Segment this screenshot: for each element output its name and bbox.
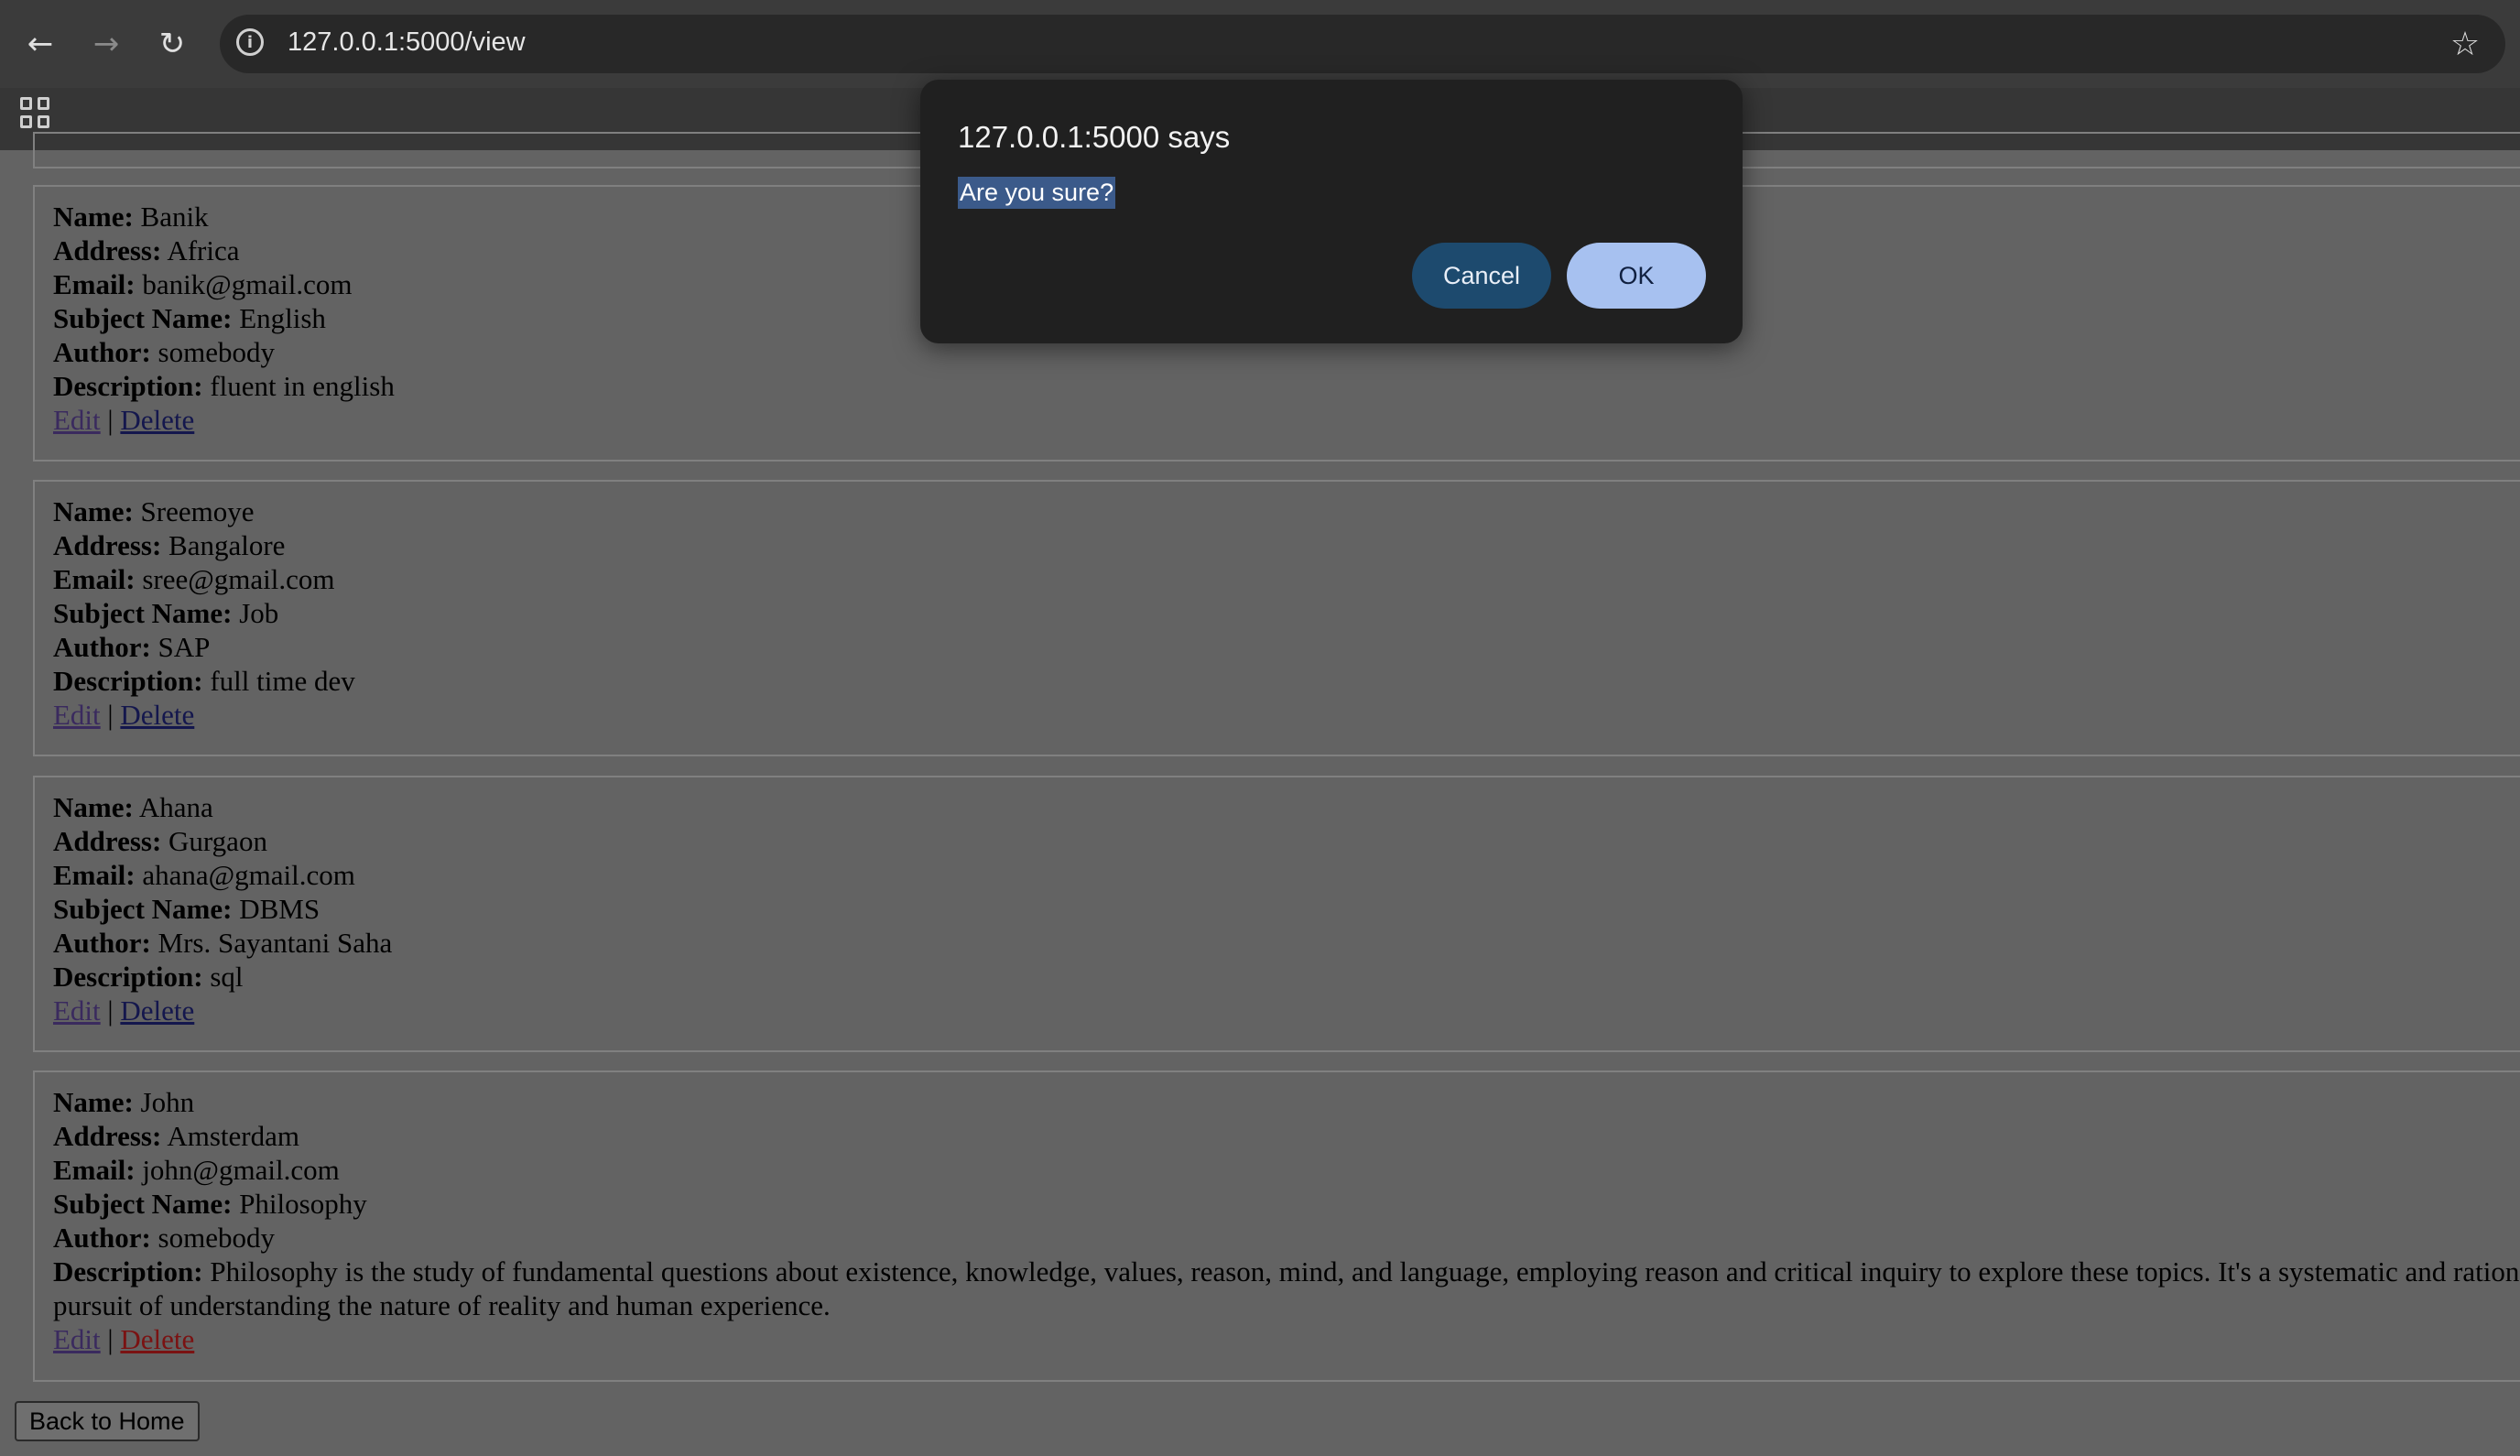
dialog-title: 127.0.0.1:5000 says [958,120,1231,154]
delete-link[interactable]: Delete [120,404,194,436]
edit-link[interactable]: Edit [53,1323,101,1355]
action-separator: | [107,699,114,731]
record-description: Description: Philosophy is the study of … [53,1255,2520,1321]
record-author: Author: somebody [53,1222,275,1254]
reload-icon[interactable]: ↻ [147,18,198,70]
page-content: Name: Banik Address: Africa Email: banik… [0,132,2520,1456]
record-card: Name: John Address: Amsterdam Email: joh… [33,1070,2520,1382]
record-actions: Edit | Delete [53,1322,2520,1356]
record-address: Address: Gurgaon [53,825,267,857]
bookmark-star-icon[interactable]: ☆ [2443,22,2487,66]
delete-link[interactable]: Delete [120,699,194,731]
back-arrow-icon[interactable]: ← [15,18,66,70]
action-separator: | [107,404,114,436]
record-address: Address: Amsterdam [53,1120,299,1152]
address-bar[interactable]: i 127.0.0.1:5000/view ☆ [220,15,2505,73]
record-description: Description: sql [53,961,244,993]
action-separator: | [107,1323,114,1355]
edit-link[interactable]: Edit [53,404,101,436]
forward-arrow-icon[interactable]: → [81,18,132,70]
delete-link[interactable]: Delete [120,1323,194,1355]
record-author: Author: Mrs. Sayantani Saha [53,927,393,959]
record-email: Email: ahana@gmail.com [53,859,355,891]
record-author: Author: SAP [53,631,211,663]
dialog-message: Are you sure? [958,177,1116,209]
site-info-icon[interactable]: i [236,28,264,56]
record-subject: Subject Name: Job [53,597,279,629]
apps-grid-icon[interactable] [20,97,51,128]
edit-link[interactable]: Edit [53,699,101,731]
record-card: Name: Ahana Address: Gurgaon Email: ahan… [33,776,2520,1052]
edit-link[interactable]: Edit [53,994,101,1027]
record-actions: Edit | Delete [53,403,2520,437]
record-email: Email: john@gmail.com [53,1154,340,1186]
action-separator: | [107,994,114,1027]
ok-button[interactable]: OK [1567,243,1706,309]
confirm-dialog: 127.0.0.1:5000 says Are you sure? Cancel… [920,80,1743,343]
record-subject: Subject Name: DBMS [53,893,320,925]
record-name: Name: John [53,1086,195,1118]
record-card: Name: Sreemoye Address: Bangalore Email:… [33,480,2520,756]
record-description: Description: fluent in english [53,370,395,402]
url-text[interactable]: 127.0.0.1:5000/view [288,27,526,58]
cancel-button[interactable]: Cancel [1412,243,1551,309]
back-to-home-button[interactable]: Back to Home [15,1401,200,1441]
record-actions: Edit | Delete [53,698,2520,732]
record-subject: Subject Name: Philosophy [53,1188,367,1220]
record-email: Email: sree@gmail.com [53,563,335,595]
record-address: Address: Bangalore [53,529,286,561]
record-actions: Edit | Delete [53,994,2520,1027]
record-description: Description: full time dev [53,665,355,697]
delete-link[interactable]: Delete [120,994,194,1027]
record-name: Name: Sreemoye [53,495,255,527]
record-name: Name: Ahana [53,791,213,823]
